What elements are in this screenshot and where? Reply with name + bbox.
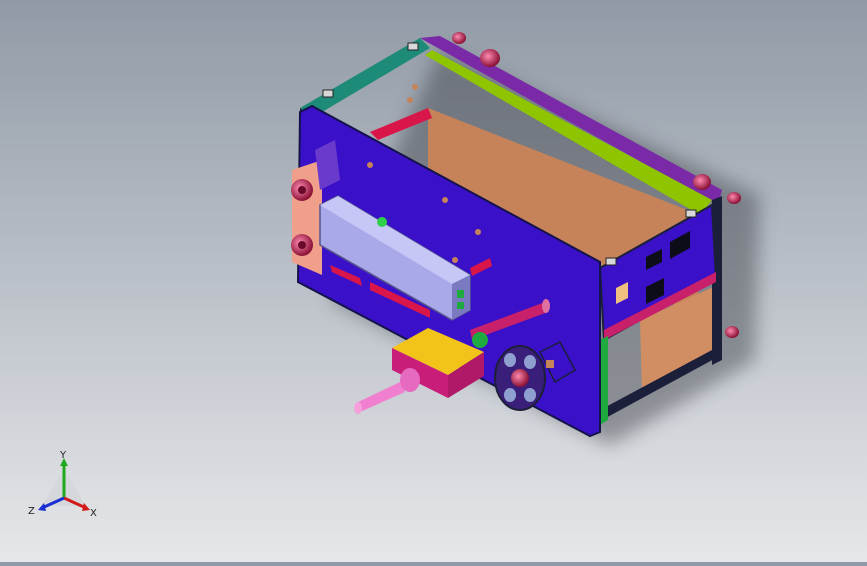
upper-knob-center — [298, 186, 306, 194]
foot-knob — [452, 32, 466, 44]
triad-y-label: Y — [59, 450, 67, 461]
panel-hole — [407, 97, 413, 103]
foot-knob — [725, 326, 739, 338]
pink-handle-collar — [400, 368, 420, 392]
panel-hole — [412, 84, 418, 90]
panel-hole — [442, 197, 448, 203]
green-spacer — [377, 217, 387, 227]
coordinate-triad[interactable]: Y X Z — [26, 448, 106, 524]
handwheel-spoke-hole — [504, 353, 516, 367]
left-bracket-plate — [292, 160, 322, 275]
shaft-collar — [472, 332, 488, 348]
panel-hole — [475, 229, 481, 235]
module-port — [457, 290, 464, 298]
assembly-model[interactable] — [0, 0, 867, 562]
module-port — [457, 302, 464, 309]
foot-knob — [693, 174, 711, 190]
pink-handle-shaft — [356, 382, 405, 412]
shaft-end — [542, 299, 550, 313]
triad-z-label: Z — [28, 506, 35, 517]
corner-fitting — [685, 209, 697, 218]
corner-fitting — [322, 89, 334, 98]
handwheel-spoke-hole — [524, 388, 536, 402]
handwheel-hub — [511, 369, 529, 387]
pink-handle-tip — [354, 402, 362, 414]
lower-frame-green — [600, 336, 608, 425]
triad-x-label: X — [90, 508, 97, 519]
foot-knob — [727, 192, 741, 204]
3d-model-viewport[interactable] — [0, 0, 867, 562]
foot-knob — [480, 49, 500, 67]
corner-fitting — [407, 42, 419, 51]
handwheel-spoke-hole — [524, 355, 536, 369]
motor-detail — [546, 360, 554, 368]
corner-fitting — [605, 257, 617, 266]
lower-knob-center — [298, 241, 306, 249]
panel-hole — [367, 162, 373, 168]
panel-hole — [452, 257, 458, 263]
handwheel-spoke-hole — [504, 388, 516, 402]
